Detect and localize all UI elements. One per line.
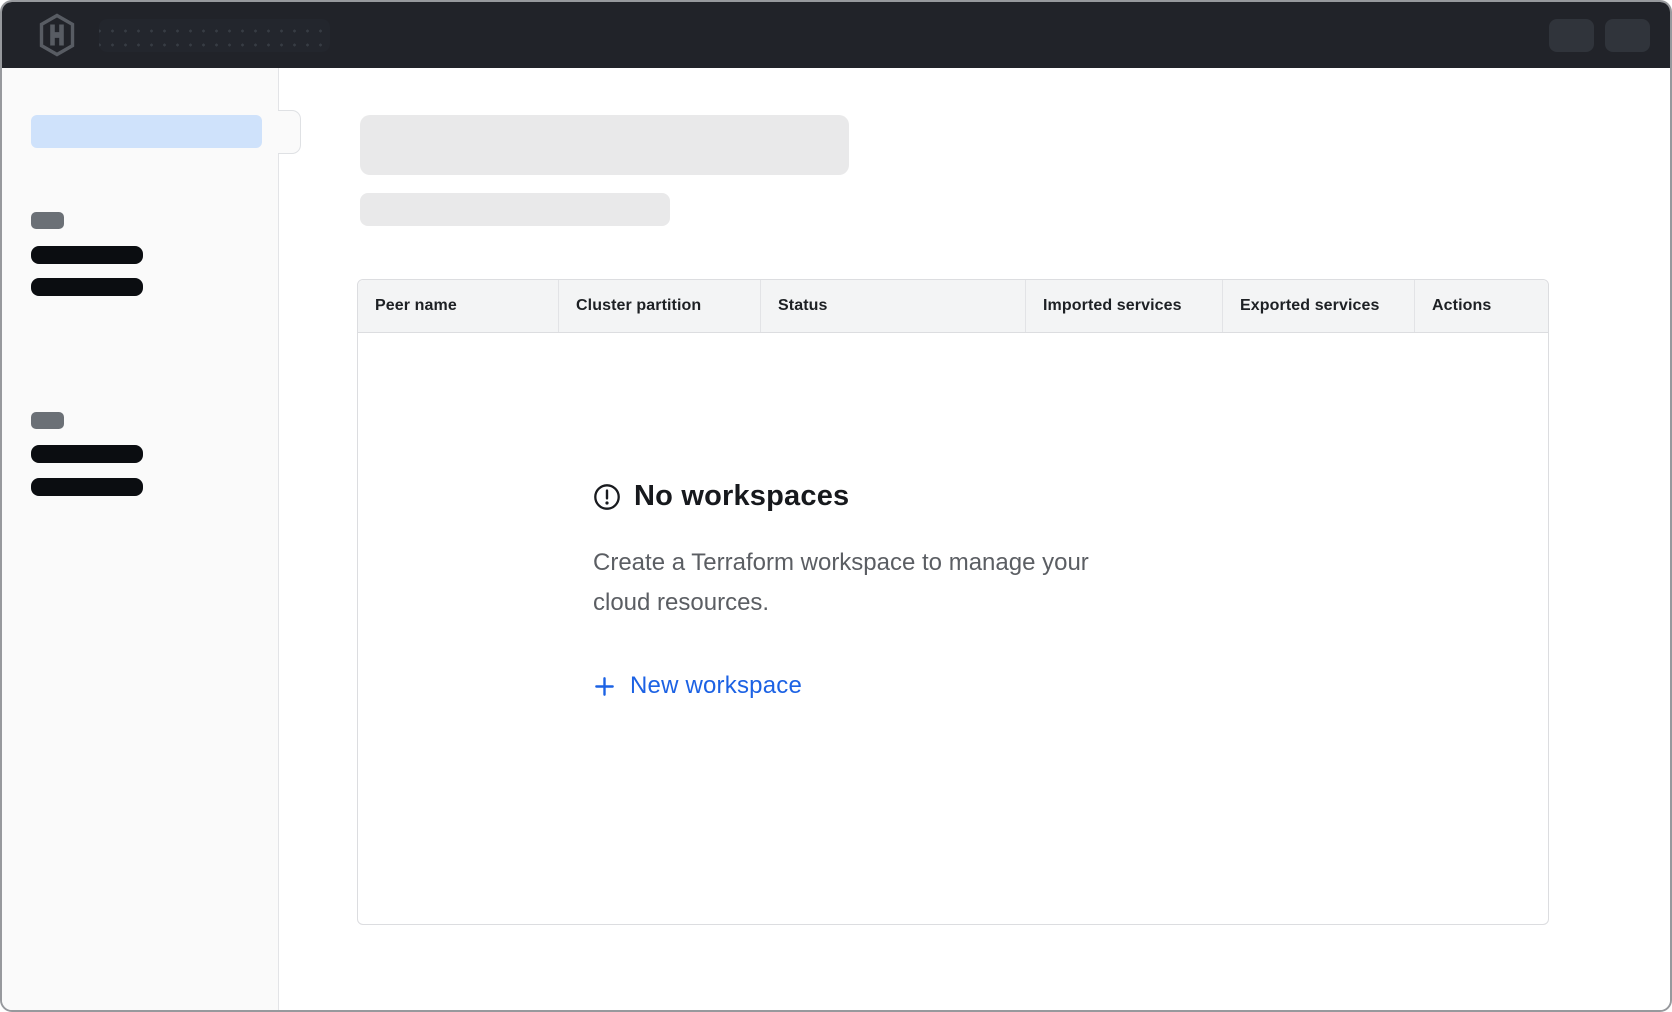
empty-state-title: No workspaces [634,480,849,513]
table-header-row: Peer name Cluster partition Status Impor… [358,280,1548,333]
sidebar-nav-item-skeleton[interactable] [31,445,143,463]
alert-circle-icon [593,483,621,511]
plus-icon [593,675,616,698]
topbar-actions [1549,19,1650,52]
sidebar-nav-item-skeleton[interactable] [31,278,143,296]
empty-state-description-line: Create a Terraform workspace to manage y… [593,543,1089,583]
column-header-peer-name: Peer name [358,280,559,332]
page-title-skeleton [360,115,849,175]
empty-state: No workspaces Create a Terraform workspa… [593,480,1089,700]
column-header-imported-services: Imported services [1026,280,1223,332]
peers-table: Peer name Cluster partition Status Impor… [357,279,1549,925]
sidebar [2,68,279,1012]
empty-state-description: Create a Terraform workspace to manage y… [593,543,1089,623]
hashicorp-logo-icon[interactable] [36,12,78,58]
app-body: Peer name Cluster partition Status Impor… [2,68,1670,1012]
new-workspace-button[interactable]: New workspace [593,672,802,700]
sidebar-nav-item-skeleton[interactable] [31,246,143,264]
app-window: Peer name Cluster partition Status Impor… [0,0,1672,1012]
empty-state-heading: No workspaces [593,480,1089,513]
sidebar-collapse-handle[interactable] [278,110,301,154]
column-header-actions: Actions [1415,280,1548,332]
column-header-cluster-partition: Cluster partition [559,280,761,332]
topbar-button-placeholder-2[interactable] [1605,19,1650,52]
new-workspace-label: New workspace [630,672,802,700]
sidebar-section-label-skeleton [31,212,64,229]
column-header-exported-services: Exported services [1223,280,1415,332]
empty-state-description-line: cloud resources. [593,583,1089,623]
topbar-button-placeholder-1[interactable] [1549,19,1594,52]
sidebar-section-label-skeleton [31,412,64,429]
topbar [2,2,1670,68]
main-content: Peer name Cluster partition Status Impor… [279,68,1670,1012]
topbar-search-placeholder[interactable] [99,19,330,52]
sidebar-nav-item-skeleton[interactable] [31,478,143,496]
column-header-status: Status [761,280,1026,332]
sidebar-active-item-skeleton[interactable] [31,115,262,148]
page-subtitle-skeleton [360,193,670,226]
